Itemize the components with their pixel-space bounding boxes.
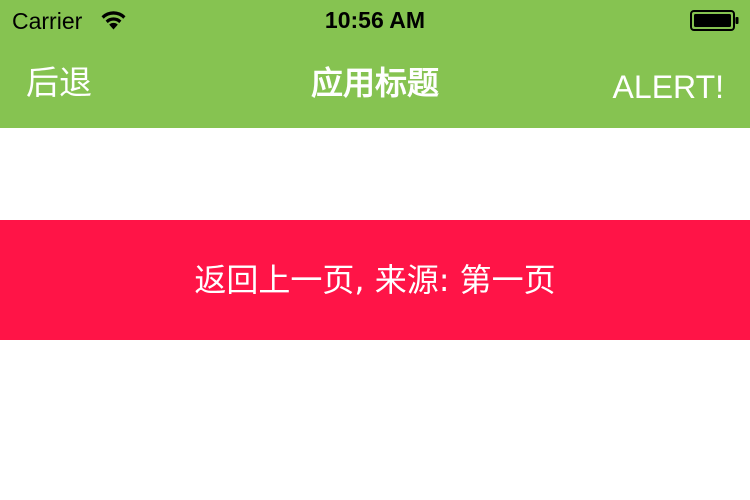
back-to-previous-label: 返回上一页, 来源: 第一页 xyxy=(194,261,556,299)
back-to-previous-button[interactable]: 返回上一页, 来源: 第一页 xyxy=(0,220,750,340)
status-bar: Carrier 10:56 AM xyxy=(0,0,750,40)
alert-button[interactable]: ALERT! xyxy=(613,66,724,108)
app-header: Carrier 10:56 AM 后退 应用标题 ALERT! xyxy=(0,0,750,128)
navigation-bar: 后退 应用标题 ALERT! xyxy=(0,40,750,128)
clock-time: 10:56 AM xyxy=(324,7,426,33)
battery-icon xyxy=(690,10,739,31)
main-content: 返回上一页, 来源: 第一页 xyxy=(0,128,750,500)
